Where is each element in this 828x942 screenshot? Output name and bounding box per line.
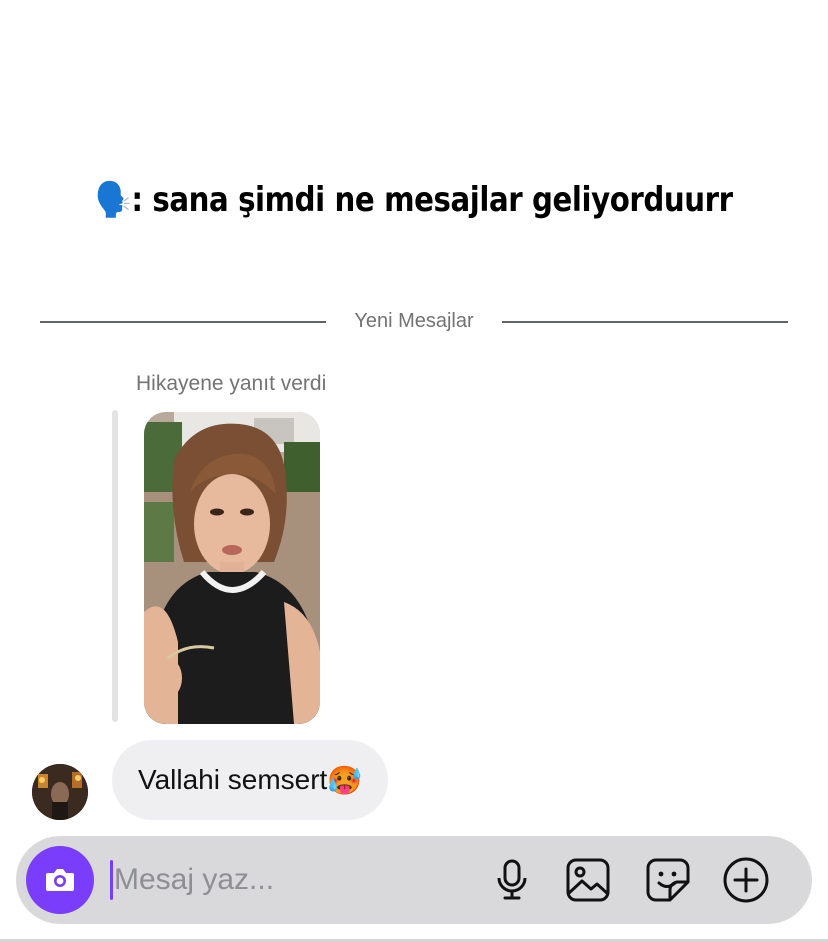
message-input[interactable] [114,852,454,908]
plus-icon [723,857,769,903]
story-caption: 🗣️: sana şimdi ne mesajlar geliyorduurr [58,180,770,220]
sticker-icon [646,858,690,902]
message-composer [16,836,812,924]
story-photo [144,412,320,724]
microphone-icon [497,859,527,900]
message-bubble[interactable]: Vallahi semsert 🥵 [112,740,389,820]
voice-message-button[interactable] [488,856,536,904]
avatar-photo [32,764,88,820]
camera-button[interactable] [26,846,94,914]
caption-text: : sana şimdi ne mesajlar geliyorduurr [131,180,733,220]
gallery-icon [566,858,610,902]
story-thumbnail[interactable] [144,412,320,724]
story-reply-label: Hikayene yanıt verdi [136,372,327,395]
more-options-button[interactable] [722,856,770,904]
speaking-head-emoji: 🗣️ [95,180,132,220]
new-messages-divider: Yeni Mesajlar [40,310,788,334]
sender-avatar[interactable] [32,764,88,820]
camera-icon [46,869,74,891]
story-quote-bar [112,410,118,722]
sticker-button[interactable] [644,856,692,904]
gallery-button[interactable] [564,856,612,904]
message-text: Vallahi semsert [138,764,328,795]
text-cursor [110,860,113,900]
hot-face-emoji: 🥵 [327,764,363,796]
divider-line-right [502,321,788,323]
